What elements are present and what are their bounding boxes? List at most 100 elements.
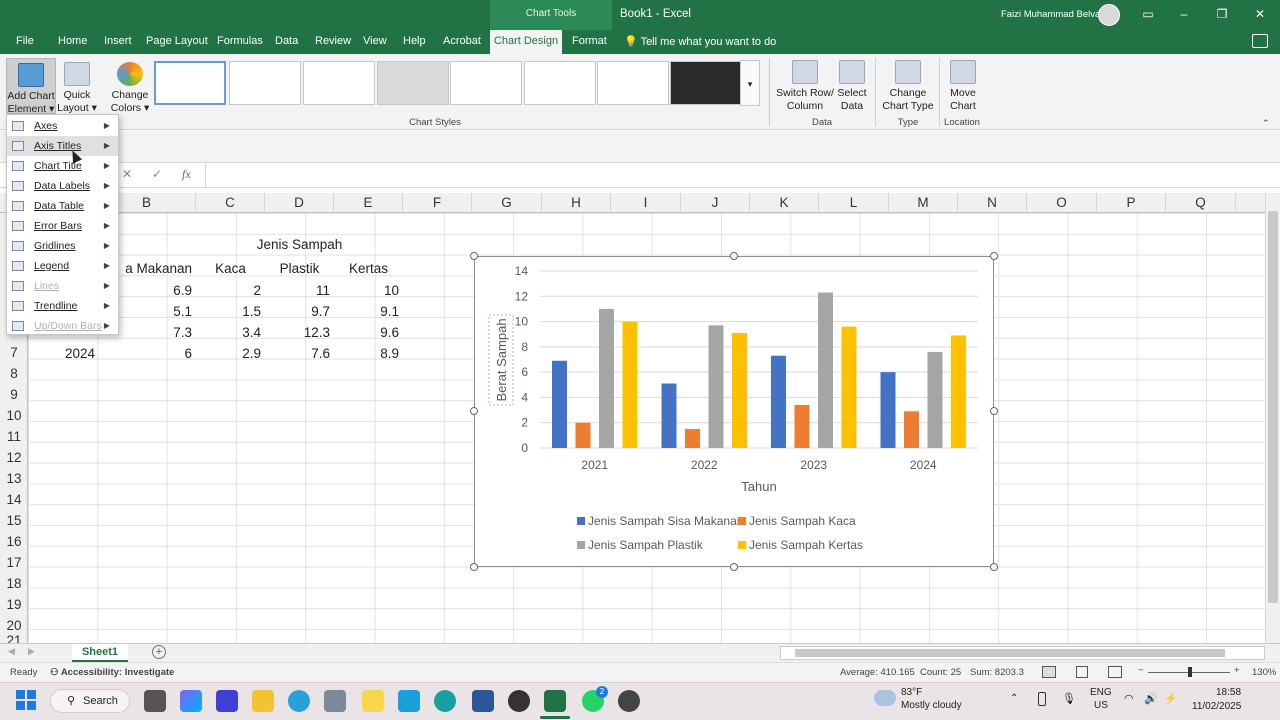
tab-file[interactable]: File bbox=[16, 35, 34, 47]
column-header[interactable]: E bbox=[334, 193, 403, 213]
column-header[interactable]: M bbox=[889, 193, 958, 213]
battery-icon[interactable] bbox=[1038, 692, 1046, 706]
collapse-ribbon-icon[interactable]: ⌃ bbox=[1262, 118, 1270, 129]
maximize-icon[interactable]: ❐ bbox=[1212, 5, 1232, 23]
normal-view-icon[interactable] bbox=[1042, 666, 1056, 678]
resize-handle[interactable] bbox=[730, 563, 738, 571]
row-header[interactable]: 9 bbox=[0, 384, 28, 405]
scroll-thumb[interactable] bbox=[1268, 211, 1278, 603]
add-sheet-icon[interactable]: + bbox=[152, 645, 166, 659]
sticky-notes-icon[interactable] bbox=[362, 690, 384, 712]
table-cell[interactable]: 9.1 bbox=[334, 301, 403, 322]
copilot-icon[interactable] bbox=[180, 690, 202, 712]
clock-date[interactable]: 11/02/2025 bbox=[1192, 701, 1241, 712]
tab-data[interactable]: Data bbox=[275, 35, 298, 47]
menu-item-gridlines[interactable]: Gridlines ▶ bbox=[7, 236, 118, 256]
resize-handle[interactable] bbox=[990, 563, 998, 571]
tab-insert[interactable]: Insert bbox=[104, 35, 132, 47]
row-header[interactable]: 21 bbox=[0, 630, 28, 643]
volume-icon[interactable]: 🔊 bbox=[1144, 692, 1158, 705]
table-cell[interactable]: 10 bbox=[334, 280, 403, 301]
row-header[interactable]: 19 bbox=[0, 594, 28, 615]
select-data-button[interactable]: Select Data bbox=[834, 58, 870, 114]
table-cell[interactable]: 2 bbox=[196, 280, 265, 301]
minimize-icon[interactable]: – bbox=[1174, 5, 1194, 23]
tab-page-layout[interactable]: Page Layout bbox=[146, 35, 208, 47]
table-cell[interactable]: 9.6 bbox=[334, 322, 403, 343]
taskbar-search[interactable]: ⚲ Search bbox=[50, 689, 130, 713]
prev-sheet-icon[interactable]: ◀ bbox=[8, 646, 15, 657]
table-cell[interactable]: 2.9 bbox=[196, 343, 265, 364]
chart-area[interactable]: 0 2 4 6 8 10 12 14 2021 2022 2023 2024 Tahun Berat Sa… bbox=[474, 256, 994, 567]
resize-handle[interactable] bbox=[990, 407, 998, 415]
menu-item-axes[interactable]: Axes ▶ bbox=[7, 116, 118, 136]
page-break-view-icon[interactable] bbox=[1108, 666, 1122, 678]
add-chart-element-button[interactable]: Add Chart Element ▾ bbox=[6, 58, 56, 115]
table-header[interactable]: Kertas bbox=[334, 258, 403, 279]
menu-item-chart-title[interactable]: Chart Title ▶ bbox=[7, 156, 118, 176]
horizontal-scrollbar[interactable] bbox=[780, 646, 1265, 660]
resize-handle[interactable] bbox=[470, 252, 478, 260]
accessibility-status[interactable]: ⚇ Accessibility: Investigate bbox=[50, 667, 174, 678]
zoom-slider-thumb[interactable] bbox=[1188, 667, 1192, 677]
tab-help[interactable]: Help bbox=[403, 35, 426, 47]
table-cell[interactable]: 2024 bbox=[28, 343, 98, 364]
column-header[interactable]: P bbox=[1097, 193, 1166, 213]
file-explorer-icon[interactable] bbox=[252, 690, 274, 712]
column-header[interactable]: C bbox=[196, 193, 265, 213]
column-header[interactable]: N bbox=[958, 193, 1027, 213]
table-cell[interactable]: 1.5 bbox=[196, 301, 265, 322]
next-sheet-icon[interactable]: ▶ bbox=[28, 646, 35, 657]
chart-style-2[interactable] bbox=[229, 61, 301, 105]
column-header[interactable]: J bbox=[681, 193, 750, 213]
tab-formulas[interactable]: Formulas bbox=[217, 35, 263, 47]
resize-handle[interactable] bbox=[730, 252, 738, 260]
column-header[interactable]: Q bbox=[1166, 193, 1236, 213]
table-cell[interactable]: 12.3 bbox=[265, 322, 334, 343]
change-chart-type-button[interactable]: Change Chart Type bbox=[880, 58, 936, 114]
row-header[interactable]: 12 bbox=[0, 447, 28, 468]
tab-review[interactable]: Review bbox=[315, 35, 351, 47]
wifi-icon[interactable]: ◠ bbox=[1124, 692, 1134, 705]
row-header[interactable]: 7 bbox=[0, 342, 28, 363]
table-group-header[interactable]: Jenis Sampah bbox=[196, 234, 403, 255]
table-header[interactable]: Plastik bbox=[265, 258, 334, 279]
tab-chart-design[interactable]: Chart Design bbox=[490, 30, 562, 54]
menu-item-axis-titles[interactable]: Axis Titles ▶ bbox=[7, 136, 118, 156]
language[interactable]: ENG bbox=[1090, 687, 1112, 698]
cancel-icon[interactable]: ✕ bbox=[122, 167, 132, 181]
column-header[interactable]: H bbox=[542, 193, 611, 213]
task-view-icon[interactable] bbox=[144, 690, 166, 712]
chart-style-4[interactable] bbox=[377, 61, 449, 105]
zoom-out-icon[interactable]: − bbox=[1138, 665, 1144, 676]
row-header[interactable]: 11 bbox=[0, 426, 28, 447]
app-icon[interactable] bbox=[618, 690, 640, 712]
menu-item-legend[interactable]: Legend ▶ bbox=[7, 256, 118, 276]
excel-icon[interactable] bbox=[544, 690, 566, 712]
zoom-in-icon[interactable]: + bbox=[1234, 665, 1240, 676]
row-header[interactable]: 15 bbox=[0, 510, 28, 531]
move-chart-button[interactable]: Move Chart bbox=[942, 58, 984, 114]
resize-handle[interactable] bbox=[470, 563, 478, 571]
edge-dev-icon[interactable] bbox=[434, 690, 456, 712]
menu-item-error-bars[interactable]: Error Bars ▶ bbox=[7, 216, 118, 236]
tab-acrobat[interactable]: Acrobat bbox=[443, 35, 481, 47]
tell-me-search[interactable]: 💡 Tell me what you want to do bbox=[624, 35, 776, 48]
column-header[interactable]: D bbox=[265, 193, 334, 213]
column-header[interactable]: I bbox=[611, 193, 681, 213]
ribbon-display-icon[interactable]: ▭ bbox=[1138, 5, 1158, 23]
row-header[interactable]: 10 bbox=[0, 405, 28, 426]
row-header[interactable]: 8 bbox=[0, 363, 28, 384]
switch-row-column-button[interactable]: Switch Row/ Column bbox=[776, 58, 834, 114]
tab-view[interactable]: View bbox=[363, 35, 387, 47]
enter-icon[interactable]: ✓ bbox=[152, 167, 162, 181]
resize-handle[interactable] bbox=[990, 252, 998, 260]
chart-styles-more-button[interactable]: ▾ bbox=[740, 60, 760, 106]
tab-format[interactable]: Format bbox=[572, 35, 607, 47]
change-colors-button[interactable]: Change Colors ▾ bbox=[106, 58, 154, 114]
column-header[interactable]: F bbox=[403, 193, 472, 213]
media-player-icon[interactable] bbox=[508, 690, 530, 712]
table-cell[interactable]: 8.9 bbox=[334, 343, 403, 364]
row-header[interactable]: 14 bbox=[0, 489, 28, 510]
edge-icon[interactable] bbox=[288, 690, 310, 712]
